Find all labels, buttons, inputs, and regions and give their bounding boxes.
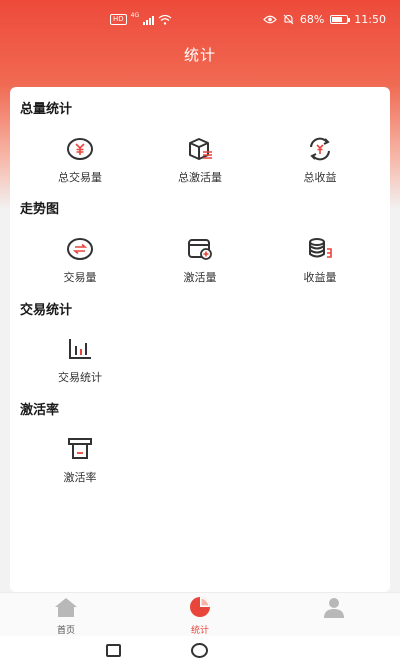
item-transaction-trend[interactable]: 交易量 <box>20 233 140 285</box>
page-title: 统计 <box>183 46 216 64</box>
tab-home[interactable]: 首页 <box>36 596 96 636</box>
yen-refresh-icon <box>304 133 336 165</box>
section-title-transaction-stats: 交易统计 <box>20 303 73 318</box>
bar-chart-icon <box>64 333 96 365</box>
tab-label: 首页 <box>56 626 75 636</box>
stats-card: 总量统计 总交易量 总激活量 总收益 走势图 交易量 激活量 收益量 交易统计 … <box>10 87 390 592</box>
battery-icon <box>330 15 351 24</box>
battery-percent: 68% <box>299 13 325 26</box>
item-label: 总交易量 <box>58 171 102 184</box>
item-label: 总收益 <box>303 171 337 184</box>
network-type: 4G <box>130 12 140 19</box>
item-total-transactions[interactable]: 总交易量 <box>20 133 140 185</box>
item-label: 交易统计 <box>58 371 102 384</box>
eye-icon <box>263 15 277 24</box>
user-icon <box>324 598 344 618</box>
item-total-activations[interactable]: 总激活量 <box>140 133 260 185</box>
card-add-icon <box>184 233 216 265</box>
item-activation-rate[interactable]: 激活率 <box>20 433 140 485</box>
wifi-icon <box>158 14 172 25</box>
status-left: HD 4G <box>110 12 172 25</box>
box-list-icon <box>184 133 216 165</box>
status-right: 68% 11:50 <box>263 13 386 26</box>
section-title-trend: 走势图 <box>20 202 60 217</box>
signal-icon <box>143 15 155 25</box>
system-nav-bar <box>0 636 400 666</box>
section-title-activation-rate: 激活率 <box>20 403 60 418</box>
pie-chart-icon <box>190 597 210 617</box>
pos-terminal-icon <box>64 433 96 465</box>
clock: 11:50 <box>354 13 386 26</box>
yen-coin-icon <box>64 133 96 165</box>
status-bar: HD 4G 68% 11:50 <box>0 0 400 40</box>
item-label: 总激活量 <box>178 171 222 184</box>
item-activation-trend[interactable]: 激活量 <box>140 233 260 285</box>
item-transaction-stats[interactable]: 交易统计 <box>20 333 140 385</box>
tab-label: 统计 <box>190 626 209 636</box>
tab-bar: 首页 统计 <box>0 592 400 636</box>
item-label: 交易量 <box>63 271 97 284</box>
section-title-total: 总量统计 <box>20 102 73 117</box>
tab-stats[interactable]: 统计 <box>170 596 230 636</box>
item-label: 激活率 <box>63 471 97 484</box>
mute-bell-icon <box>283 14 294 25</box>
item-label: 激活量 <box>183 271 217 284</box>
home-icon <box>55 598 77 617</box>
item-label: 收益量 <box>303 271 337 284</box>
tab-profile[interactable] <box>304 596 364 623</box>
exchange-coin-icon <box>64 233 96 265</box>
item-revenue-trend[interactable]: 收益量 <box>260 233 380 285</box>
coin-stack-icon <box>304 233 336 265</box>
recent-apps-button[interactable] <box>106 644 121 657</box>
item-total-revenue[interactable]: 总收益 <box>260 133 380 185</box>
hd-badge: HD <box>110 14 127 25</box>
home-nav-button[interactable] <box>191 643 208 658</box>
